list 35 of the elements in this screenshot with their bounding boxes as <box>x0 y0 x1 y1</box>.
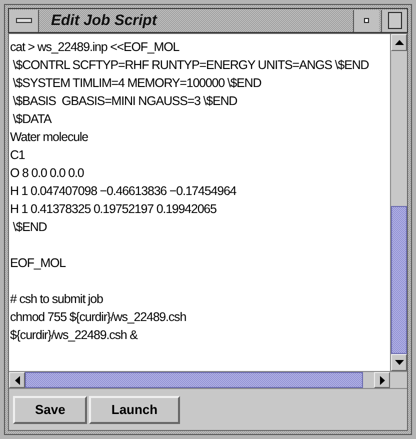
script-line: \$BASIS GBASIS=MINI NGAUSS=3 \$END <box>12 93 238 110</box>
down-arrow-icon <box>394 360 404 365</box>
script-line: cat > ws_22489.inp <<EOF_MOL <box>10 39 180 56</box>
up-arrow-icon <box>394 40 404 45</box>
script-line: chmod 755 ${curdir}/ws_22489.csh <box>10 309 188 326</box>
script-line: EOF_MOL <box>10 255 67 272</box>
minimize-icon <box>364 18 369 23</box>
left-arrow-icon <box>14 376 20 384</box>
script-line: \$DATA <box>12 111 53 128</box>
action-button[interactable]: Save <box>13 396 88 424</box>
vertical-scroll-thumb[interactable] <box>391 206 407 354</box>
maximize-button[interactable] <box>381 10 407 32</box>
dash-icon <box>16 18 32 23</box>
vertical-scrollbar[interactable] <box>390 34 407 371</box>
scroll-down-button[interactable] <box>391 354 407 371</box>
script-line: Water molecule <box>10 129 89 146</box>
window-title: Edit Job Script <box>50 13 158 28</box>
maximize-icon <box>388 12 402 29</box>
scroll-right-button[interactable] <box>374 372 390 388</box>
script-line: C1 <box>10 147 26 164</box>
scroll-up-button[interactable] <box>391 34 407 51</box>
script-line: H 1 0.41378325 0.19752197 0.19942065 <box>10 201 218 218</box>
script-line: H 1 0.047407098 −0.46613836 −0.17454964 <box>10 183 238 200</box>
minimize-button[interactable] <box>353 10 379 32</box>
action-button[interactable]: Launch <box>89 396 180 424</box>
right-arrow-icon <box>380 376 384 384</box>
window-menu-button[interactable] <box>9 10 39 32</box>
script-line: O 8 0.0 0.0 0.0 <box>10 165 85 182</box>
script-text-area[interactable] <box>9 34 390 371</box>
script-line: \$SYSTEM TIMLIM=4 MEMORY=100000 \$END <box>12 75 262 92</box>
script-line: # csh to submit job <box>10 291 104 308</box>
script-line: \$END <box>12 219 48 236</box>
scroll-left-button[interactable] <box>9 372 25 388</box>
script-line: ${curdir}/ws_22489.csh & <box>10 327 139 344</box>
script-line: \$CONTRL SCFTYP=RHF RUNTYP=ENERGY UNITS=ANGS \$END <box>12 57 370 74</box>
